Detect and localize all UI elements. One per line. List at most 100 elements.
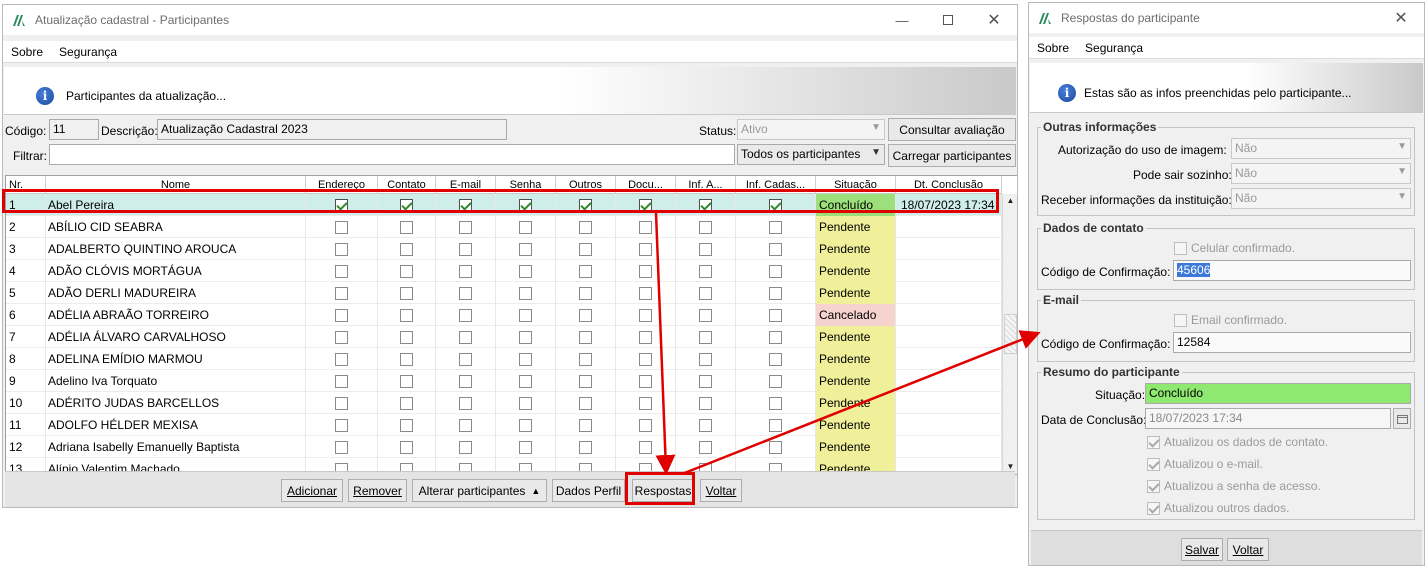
checkbox[interactable] (579, 440, 592, 454)
checkbox[interactable] (639, 242, 652, 256)
table-row[interactable]: 4 ADÃO CLÓVIS MORTÁGUA Pendente (6, 260, 1002, 282)
celular-confirmado-checkbox[interactable]: Celular confirmado. (1174, 241, 1295, 255)
dados-perfil-button[interactable]: Dados Perfil (552, 479, 625, 502)
checkbox[interactable] (699, 374, 712, 388)
table-row[interactable]: 12 Adriana Isabelly Emanuelly Baptista Pen… (6, 436, 1002, 458)
checkbox[interactable] (639, 308, 652, 322)
checkbox[interactable] (699, 220, 712, 234)
checkbox[interactable] (335, 418, 348, 432)
checkbox[interactable] (639, 396, 652, 410)
checkbox[interactable] (639, 220, 652, 234)
column-header[interactable]: Endereço (306, 176, 378, 194)
menu-seguranca[interactable]: Segurança (1077, 41, 1151, 55)
checkbox[interactable] (639, 198, 652, 212)
voltar-button[interactable]: Voltar (1227, 538, 1269, 561)
column-header[interactable]: Inf. A... (676, 176, 736, 194)
checkbox[interactable] (400, 242, 413, 256)
checkbox[interactable] (400, 396, 413, 410)
alterar-participantes-button[interactable]: Alterar participantes ▲ (412, 479, 547, 502)
email-confirmado-checkbox[interactable]: Email confirmado. (1174, 313, 1287, 327)
checkbox[interactable] (579, 418, 592, 432)
checkbox[interactable] (519, 374, 532, 388)
participant-filter-select[interactable]: Todos os participantes ▼ (737, 144, 885, 165)
checkbox[interactable] (699, 396, 712, 410)
checkbox[interactable] (769, 264, 782, 278)
checkbox[interactable] (400, 264, 413, 278)
checkbox[interactable] (519, 440, 532, 454)
checkbox[interactable] (769, 352, 782, 366)
checkbox[interactable] (459, 352, 472, 366)
checkbox[interactable] (459, 418, 472, 432)
resumo-checkbox[interactable]: Atualizou os dados de contato. (1147, 435, 1328, 449)
checkbox[interactable] (459, 330, 472, 344)
checkbox[interactable] (459, 264, 472, 278)
table-row[interactable]: 9 Adelino Iva Torquato Pendente (6, 370, 1002, 392)
close-icon[interactable]: ✕ (971, 5, 1017, 35)
column-header[interactable]: Docu... (616, 176, 676, 194)
column-header[interactable]: Dt. Conclusão (896, 176, 1002, 194)
menu-sobre[interactable]: Sobre (3, 45, 51, 59)
status-select[interactable]: Ativo ▼ (737, 119, 885, 140)
checkbox[interactable] (400, 374, 413, 388)
consultar-avaliacao-button[interactable]: Consultar avaliação (888, 118, 1016, 141)
respostas-button[interactable]: Respostas (632, 479, 694, 502)
checkbox[interactable] (769, 418, 782, 432)
checkbox[interactable] (459, 374, 472, 388)
resumo-checkbox[interactable]: Atualizou outros dados. (1147, 501, 1289, 515)
checkbox[interactable] (519, 330, 532, 344)
checkbox[interactable] (699, 198, 712, 212)
checkbox[interactable] (335, 308, 348, 322)
column-header[interactable]: E-mail (436, 176, 496, 194)
checkbox[interactable] (769, 374, 782, 388)
checkbox[interactable] (335, 330, 348, 344)
checkbox[interactable] (335, 440, 348, 454)
table-row[interactable]: 8 ADELINA EMÍDIO MARMOU Pendente (6, 348, 1002, 370)
filtrar-input[interactable] (49, 144, 735, 165)
table-row[interactable]: 6 ADÉLIA ABRAÃO TORREIRO Cancelado (6, 304, 1002, 326)
checkbox[interactable] (579, 264, 592, 278)
checkbox[interactable] (519, 396, 532, 410)
table-row[interactable]: 1 Abel Pereira Concluído 18/07/2023 17:34 (6, 194, 1002, 216)
checkbox[interactable] (579, 374, 592, 388)
checkbox[interactable] (519, 418, 532, 432)
scroll-up-icon[interactable]: ▲ (1003, 194, 1017, 208)
checkbox[interactable] (579, 308, 592, 322)
checkbox[interactable] (519, 220, 532, 234)
main-titlebar[interactable]: Atualização cadastral - Participantes — … (3, 5, 1017, 35)
checkbox[interactable] (459, 220, 472, 234)
checkbox[interactable] (519, 352, 532, 366)
table-row[interactable]: 2 ABÍLIO CID SEABRA Pendente (6, 216, 1002, 238)
menu-seguranca[interactable]: Segurança (51, 45, 125, 59)
table-row[interactable]: 3 ADALBERTO QUINTINO AROUCA Pendente (6, 238, 1002, 260)
minimize-icon[interactable]: — (879, 5, 925, 35)
table-row[interactable]: 5 ADÃO DERLI MADUREIRA Pendente (6, 282, 1002, 304)
descricao-field[interactable]: Atualização Cadastral 2023 (157, 119, 507, 140)
checkbox[interactable] (400, 220, 413, 234)
checkbox[interactable] (579, 286, 592, 300)
checkbox[interactable] (519, 264, 532, 278)
checkbox[interactable] (335, 352, 348, 366)
column-header[interactable]: Situação (816, 176, 896, 194)
receber-select[interactable]: Não ▼ (1231, 188, 1411, 209)
column-header[interactable]: Nr. (6, 176, 46, 194)
checkbox[interactable] (699, 330, 712, 344)
checkbox[interactable] (699, 440, 712, 454)
checkbox[interactable] (699, 242, 712, 256)
checkbox[interactable] (639, 330, 652, 344)
checkbox[interactable] (459, 286, 472, 300)
checkbox[interactable] (400, 330, 413, 344)
voltar-button[interactable]: Voltar (700, 479, 742, 502)
table-row[interactable]: 7 ADÉLIA ÁLVARO CARVALHOSO Pendente (6, 326, 1002, 348)
checkbox[interactable] (335, 286, 348, 300)
checkbox[interactable] (579, 220, 592, 234)
checkbox[interactable] (769, 286, 782, 300)
column-header[interactable]: Outros (556, 176, 616, 194)
checkbox[interactable] (459, 396, 472, 410)
checkbox[interactable] (335, 220, 348, 234)
checkbox[interactable] (639, 418, 652, 432)
checkbox[interactable] (579, 352, 592, 366)
checkbox[interactable] (639, 352, 652, 366)
checkbox[interactable] (699, 308, 712, 322)
checkbox[interactable] (335, 374, 348, 388)
close-icon[interactable]: ✕ (1378, 3, 1424, 33)
